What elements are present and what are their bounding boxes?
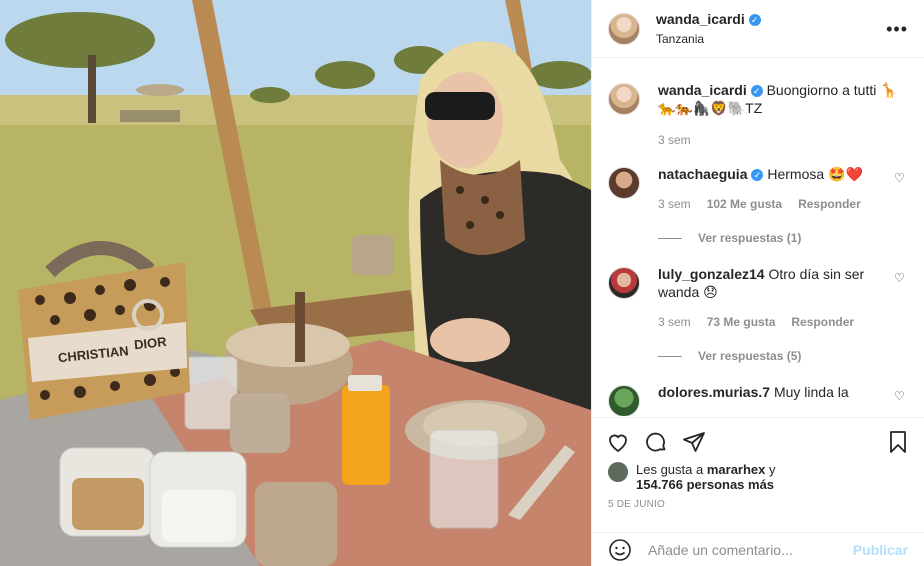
post-header: wanda_icardi ✓ Tanzania ••• (592, 0, 924, 58)
caption-body: wanda_icardi ✓ Buongiorno a tutti 🦒 🐆🐅🦍🦁🐘… (658, 81, 908, 149)
post-date[interactable]: 5 DE JUNIO (592, 492, 924, 510)
caption-username[interactable]: wanda_icardi (658, 82, 747, 98)
instagram-post: CHRISTIAN DIOR wanda_icardi ✓ Tanzania ••… (0, 0, 924, 566)
publish-button[interactable]: Publicar (853, 542, 908, 558)
comment-username[interactable]: natachaeguia (658, 166, 747, 182)
like-comment-heart-icon[interactable]: ♡ (894, 389, 908, 416)
action-icons (592, 418, 924, 454)
comments-list[interactable]: wanda_icardi ✓ Buongiorno a tutti 🦒 🐆🐅🦍🦁🐘… (592, 59, 924, 416)
emoji-icon[interactable] (608, 538, 632, 562)
replies-divider (658, 355, 682, 357)
caption-time[interactable]: 3 sem (658, 131, 691, 149)
avatar[interactable] (608, 12, 640, 45)
avatar[interactable] (608, 267, 640, 299)
comment-item: dolores.murias.7 Muy linda la ♡ (592, 383, 924, 416)
avatar[interactable] (608, 83, 640, 115)
photo-illustration: CHRISTIAN DIOR (0, 0, 591, 566)
more-options-icon[interactable]: ••• (886, 20, 908, 38)
comment-item: natachaeguia ✓ Hermosa 🤩❤️ 3 sem 102 Me g… (592, 165, 924, 213)
likes-count[interactable]: 154.766 personas más (636, 477, 774, 492)
verified-badge-icon: ✓ (748, 13, 761, 26)
reply-button[interactable]: Responder (791, 313, 854, 331)
comment-meta: 3 sem 102 Me gusta Responder (658, 195, 894, 213)
header-text: wanda_icardi ✓ Tanzania (656, 11, 886, 46)
share-icon[interactable] (682, 430, 706, 454)
comment-body: dolores.murias.7 Muy linda la (658, 383, 894, 416)
comment-text-line2: wanda 😞 (658, 284, 718, 300)
view-replies-label: Ver respuestas (1) (698, 231, 802, 245)
view-replies-label: Ver respuestas (5) (698, 349, 802, 363)
caption: wanda_icardi ✓ Buongiorno a tutti 🦒 🐆🐅🦍🦁🐘… (592, 81, 924, 149)
add-comment-bar: Publicar (592, 532, 924, 566)
post-actions: Les gusta a mararhex y 154.766 personas … (592, 417, 924, 540)
view-replies-button[interactable]: Ver respuestas (1) (658, 231, 924, 245)
like-heart-icon[interactable] (606, 430, 630, 454)
liker-avatar[interactable] (608, 462, 628, 482)
post-photo[interactable]: CHRISTIAN DIOR (0, 0, 591, 566)
caption-text: Buongiorno a tutti 🦒 (766, 82, 898, 98)
avatar[interactable] (608, 167, 640, 199)
avatar[interactable] (608, 385, 640, 416)
like-comment-heart-icon[interactable]: ♡ (894, 271, 908, 331)
add-comment-input[interactable] (646, 540, 853, 559)
replies-divider (658, 237, 682, 239)
comment-meta: 3 sem 73 Me gusta Responder (658, 313, 894, 331)
comment-text: Hermosa 🤩❤️ (767, 166, 863, 182)
save-bookmark-icon[interactable] (886, 430, 910, 454)
verified-badge-icon: ✓ (751, 169, 764, 182)
header-username[interactable]: wanda_icardi (656, 11, 745, 27)
comment-text: Otro día sin ser (768, 266, 865, 282)
comment-likes[interactable]: 73 Me gusta (707, 313, 776, 331)
view-replies-button[interactable]: Ver respuestas (5) (658, 349, 924, 363)
likes-user[interactable]: mararhex (707, 462, 766, 477)
likes-summary: Les gusta a mararhex y 154.766 personas … (592, 454, 924, 492)
comment-text: Muy linda la (773, 384, 849, 400)
caption-meta: 3 sem (658, 131, 908, 149)
verified-badge-icon: ✓ (750, 85, 763, 98)
comment-time[interactable]: 3 sem (658, 313, 691, 331)
comment-body: natachaeguia ✓ Hermosa 🤩❤️ 3 sem 102 Me g… (658, 165, 894, 213)
likes-prefix: Les gusta a (636, 462, 704, 477)
comment-item: luly_gonzalez14 Otro día sin ser wanda 😞… (592, 265, 924, 331)
comment-icon[interactable] (644, 430, 668, 454)
comment-body: luly_gonzalez14 Otro día sin ser wanda 😞… (658, 265, 894, 331)
reply-button[interactable]: Responder (798, 195, 861, 213)
likes-conj: y (769, 462, 776, 477)
header-location[interactable]: Tanzania (656, 32, 886, 46)
comment-likes[interactable]: 102 Me gusta (707, 195, 782, 213)
post-sidebar: wanda_icardi ✓ Tanzania ••• wanda_icardi ✓… (591, 0, 924, 566)
comment-username[interactable]: luly_gonzalez14 (658, 266, 765, 282)
caption-text-line2: 🐆🐅🦍🦁🐘TZ (658, 100, 763, 116)
comment-username[interactable]: dolores.murias.7 (658, 384, 770, 400)
comment-time[interactable]: 3 sem (658, 195, 691, 213)
like-comment-heart-icon[interactable]: ♡ (894, 171, 908, 213)
